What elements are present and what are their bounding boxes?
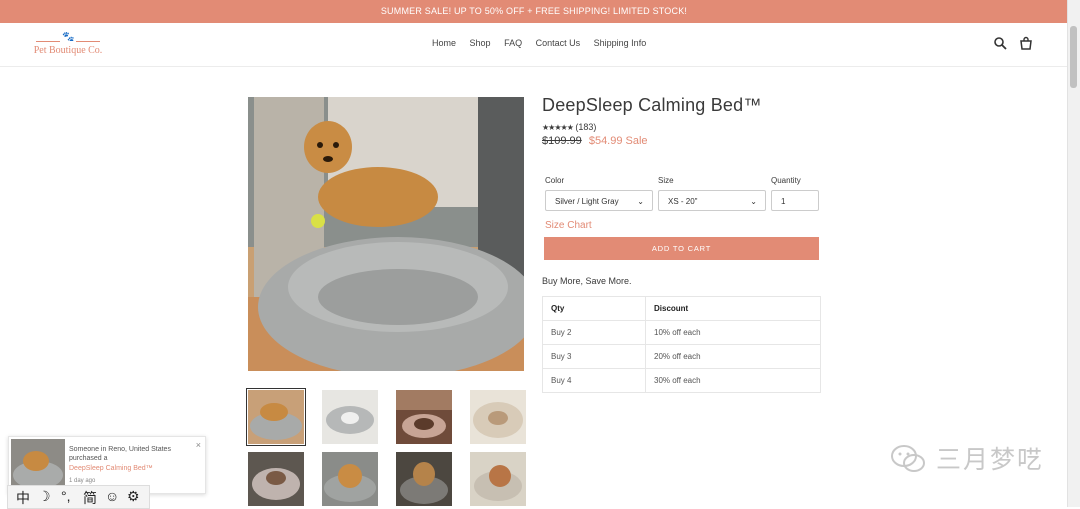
- ime-toolbar: 中 ☽ °, 简 ☺ ⚙: [7, 485, 150, 509]
- sale-price: $54.99 Sale: [588, 135, 648, 147]
- watermark-text: 三月梦呓: [936, 446, 1045, 474]
- size-chart-link[interactable]: Size Chart: [545, 220, 592, 231]
- buy-more-heading: Buy More, Save More.: [542, 276, 632, 286]
- notification-text: Someone in Reno, United States purchased…: [69, 446, 171, 462]
- thumbnail-3[interactable]: [396, 390, 452, 444]
- wechat-icon: [891, 445, 925, 472]
- logo-name: Pet Boutique Co.: [33, 45, 103, 56]
- punctuation-icon[interactable]: °,: [61, 488, 71, 504]
- thumbnail-1[interactable]: [246, 388, 306, 446]
- rating-count: (183): [575, 122, 597, 132]
- nav-item-contact[interactable]: Contact Us: [536, 38, 581, 48]
- table-cell: 10% off each: [645, 320, 821, 345]
- product-title: DeepSleep Calming Bed™: [542, 95, 762, 115]
- logo[interactable]: 🐾 Pet Boutique Co.: [28, 32, 108, 58]
- quantity-input[interactable]: 1: [771, 190, 819, 211]
- discount-table: Qty Discount Buy 2 10% off each Buy 3 20…: [542, 296, 821, 393]
- search-icon[interactable]: [993, 36, 1007, 50]
- table-header-qty: Qty: [542, 296, 646, 321]
- table-cell: Buy 3: [542, 344, 646, 369]
- compare-price: $109.99: [542, 135, 582, 147]
- size-label: Size: [658, 176, 674, 185]
- rating-stars-icon: ★★★★★: [542, 123, 574, 132]
- nav-item-shipping[interactable]: Shipping Info: [594, 38, 647, 48]
- table-header-discount: Discount: [645, 296, 821, 321]
- size-select[interactable]: XS - 20" ⌄: [658, 190, 766, 211]
- thumbnail-2[interactable]: [322, 390, 378, 444]
- ime-simplified[interactable]: 简: [83, 488, 97, 508]
- logo-divider: [36, 41, 100, 42]
- moon-icon[interactable]: ☽: [38, 488, 51, 505]
- color-select-value: Silver / Light Gray: [555, 197, 619, 206]
- chevron-down-icon: ⌄: [637, 197, 644, 206]
- page-scrollbar[interactable]: [1067, 0, 1080, 507]
- scrollbar-thumb[interactable]: [1070, 26, 1077, 88]
- thumbnail-8[interactable]: [470, 452, 526, 506]
- ime-chinese-mode[interactable]: 中: [16, 488, 30, 508]
- cart-icon[interactable]: [1019, 36, 1033, 50]
- table-row: Buy 2 10% off each: [542, 320, 821, 345]
- nav-item-faq[interactable]: FAQ: [504, 38, 522, 48]
- main-nav: Home Shop FAQ Contact Us Shipping Info: [432, 38, 657, 48]
- quantity-value: 1: [781, 197, 786, 206]
- announcement-banner: SUMMER SALE! UP TO 50% OFF + FREE SHIPPI…: [0, 0, 1068, 23]
- size-select-value: XS - 20": [668, 197, 698, 206]
- close-icon[interactable]: ×: [196, 440, 201, 450]
- table-row: Buy 4 30% off each: [542, 368, 821, 393]
- notification-product[interactable]: DeepSleep Calming Bed™: [69, 465, 153, 472]
- thumbnail-4[interactable]: [470, 390, 526, 444]
- table-header-row: Qty Discount: [542, 296, 821, 321]
- table-row: Buy 3 20% off each: [542, 344, 821, 369]
- gear-icon[interactable]: ⚙: [127, 488, 140, 505]
- add-to-cart-button[interactable]: ADD TO CART: [544, 237, 819, 260]
- table-cell: 30% off each: [645, 368, 821, 393]
- table-cell: Buy 2: [542, 320, 646, 345]
- product-rating[interactable]: ★★★★★ (183): [542, 122, 596, 132]
- quantity-label: Quantity: [771, 176, 801, 185]
- thumbnail-6[interactable]: [322, 452, 378, 506]
- site-header: 🐾 Pet Boutique Co. Home Shop FAQ Contact…: [0, 23, 1068, 67]
- main-product-image[interactable]: [248, 97, 524, 371]
- thumbnail-5[interactable]: [248, 452, 304, 506]
- thumbnail-7[interactable]: [396, 452, 452, 506]
- table-cell: 20% off each: [645, 344, 821, 369]
- nav-item-home[interactable]: Home: [432, 38, 456, 48]
- nav-item-shop[interactable]: Shop: [470, 38, 491, 48]
- product-prices: $109.99 $54.99 Sale: [542, 135, 648, 147]
- notification-product-image: [11, 439, 65, 491]
- table-cell: Buy 4: [542, 368, 646, 393]
- notification-time: 1 day ago: [69, 478, 96, 484]
- color-label: Color: [545, 176, 565, 185]
- color-select[interactable]: Silver / Light Gray ⌄: [545, 190, 653, 211]
- emoji-icon[interactable]: ☺: [105, 488, 119, 504]
- chevron-down-icon: ⌄: [750, 197, 757, 206]
